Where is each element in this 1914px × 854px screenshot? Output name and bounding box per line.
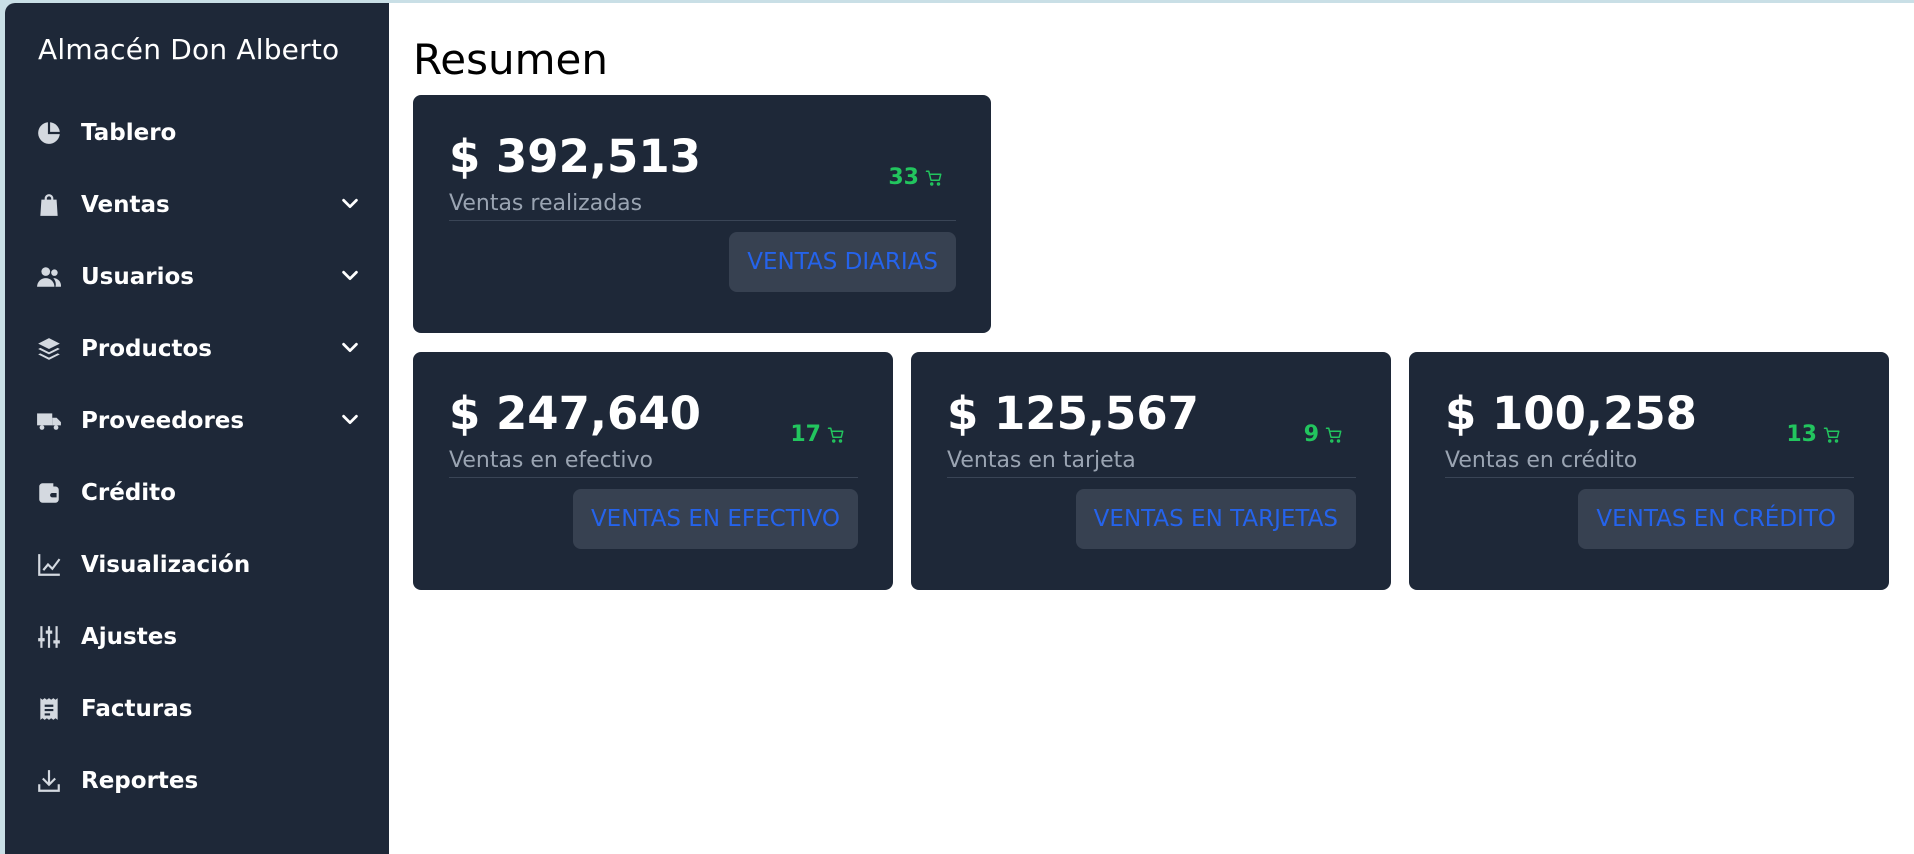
card-subtitle: Ventas en efectivo (449, 448, 858, 478)
sidebar-item-ventas[interactable]: Ventas (5, 169, 389, 241)
ventas-diarias-button[interactable]: VENTAS DIARIAS (729, 232, 956, 292)
users-icon (35, 263, 63, 291)
sidebar-item-label: Visualización (81, 552, 251, 578)
receipt-icon (35, 695, 63, 723)
chevron-down-icon[interactable] (339, 408, 361, 434)
card-count: 17 (790, 422, 845, 447)
sidebar-item-label: Ventas (81, 192, 170, 218)
sidebar-item-label: Productos (81, 336, 212, 362)
sidebar-item-credito[interactable]: Crédito (5, 457, 389, 529)
app-window: Almacén Don Alberto Tablero Ventas Usuar (5, 3, 1914, 854)
sidebar-nav: Tablero Ventas Usuarios Productos Provee… (5, 97, 389, 817)
card-count: 9 (1304, 422, 1343, 447)
card-subtitle: Ventas en crédito (1445, 448, 1854, 478)
ventas-en-tarjetas-button[interactable]: VENTAS EN TARJETAS (1075, 489, 1356, 549)
sidebar-item-label: Reportes (81, 768, 199, 794)
main-content: Resumen $ 392,513 Ventas realizadas 33 V… (389, 3, 1914, 854)
chevron-down-icon[interactable] (339, 336, 361, 362)
shopping-cart-icon (1325, 427, 1342, 443)
sidebar-item-productos[interactable]: Productos (5, 313, 389, 385)
sidebar-item-label: Tablero (81, 120, 177, 146)
wallet-icon (35, 479, 63, 507)
shopping-cart-icon (1823, 427, 1840, 443)
layers-icon (35, 335, 63, 363)
card-count-value: 9 (1303, 422, 1319, 447)
page-title: Resumen (413, 35, 609, 84)
sliders-icon (35, 623, 63, 651)
card-count-value: 17 (790, 422, 821, 447)
sidebar-item-facturas[interactable]: Facturas (5, 673, 389, 745)
sidebar-item-visualizacion[interactable]: Visualización (5, 529, 389, 601)
ventas-en-efectivo-button[interactable]: VENTAS EN EFECTIVO (572, 489, 858, 549)
summary-row-bottom: $ 247,640 Ventas en efectivo 17 VENTAS E… (413, 352, 1892, 590)
truck-icon (35, 407, 63, 435)
card-subtitle: Ventas realizadas (449, 191, 956, 221)
sidebar-item-reportes[interactable]: Reportes (5, 745, 389, 817)
summary-card-tarjeta: $ 125,567 Ventas en tarjeta 9 VENTAS EN … (911, 352, 1391, 590)
card-count-value: 33 (888, 165, 919, 190)
shopping-bag-icon (35, 191, 63, 219)
sidebar: Almacén Don Alberto Tablero Ventas Usuar (5, 3, 389, 854)
summary-row-top: $ 392,513 Ventas realizadas 33 VENTAS DI… (413, 95, 1892, 333)
card-count-value: 13 (1786, 422, 1817, 447)
sidebar-item-tablero[interactable]: Tablero (5, 97, 389, 169)
download-icon (35, 767, 63, 795)
card-amount: $ 392,513 (449, 130, 701, 183)
sidebar-item-ajustes[interactable]: Ajustes (5, 601, 389, 673)
ventas-en-credito-button[interactable]: VENTAS EN CRÉDITO (1578, 489, 1854, 549)
card-count: 13 (1786, 422, 1841, 447)
pie-chart-icon (35, 119, 63, 147)
summary-card-total: $ 392,513 Ventas realizadas 33 VENTAS DI… (413, 95, 991, 333)
sidebar-item-label: Ajustes (81, 624, 178, 650)
line-chart-icon (35, 551, 63, 579)
shopping-cart-icon (925, 170, 942, 186)
brand-title: Almacén Don Alberto (38, 33, 340, 66)
sidebar-item-label: Proveedores (81, 408, 245, 434)
sidebar-item-proveedores[interactable]: Proveedores (5, 385, 389, 457)
sidebar-item-label: Facturas (81, 696, 193, 722)
chevron-down-icon[interactable] (339, 264, 361, 290)
shopping-cart-icon (827, 427, 844, 443)
card-count: 33 (888, 165, 943, 190)
summary-card-credito: $ 100,258 Ventas en crédito 13 VENTAS EN… (1409, 352, 1889, 590)
chevron-down-icon[interactable] (339, 192, 361, 218)
sidebar-item-label: Usuarios (81, 264, 194, 290)
sidebar-item-usuarios[interactable]: Usuarios (5, 241, 389, 313)
sidebar-item-label: Crédito (81, 480, 176, 506)
summary-card-efectivo: $ 247,640 Ventas en efectivo 17 VENTAS E… (413, 352, 893, 590)
card-subtitle: Ventas en tarjeta (947, 448, 1356, 478)
card-amount: $ 125,567 (947, 387, 1199, 440)
